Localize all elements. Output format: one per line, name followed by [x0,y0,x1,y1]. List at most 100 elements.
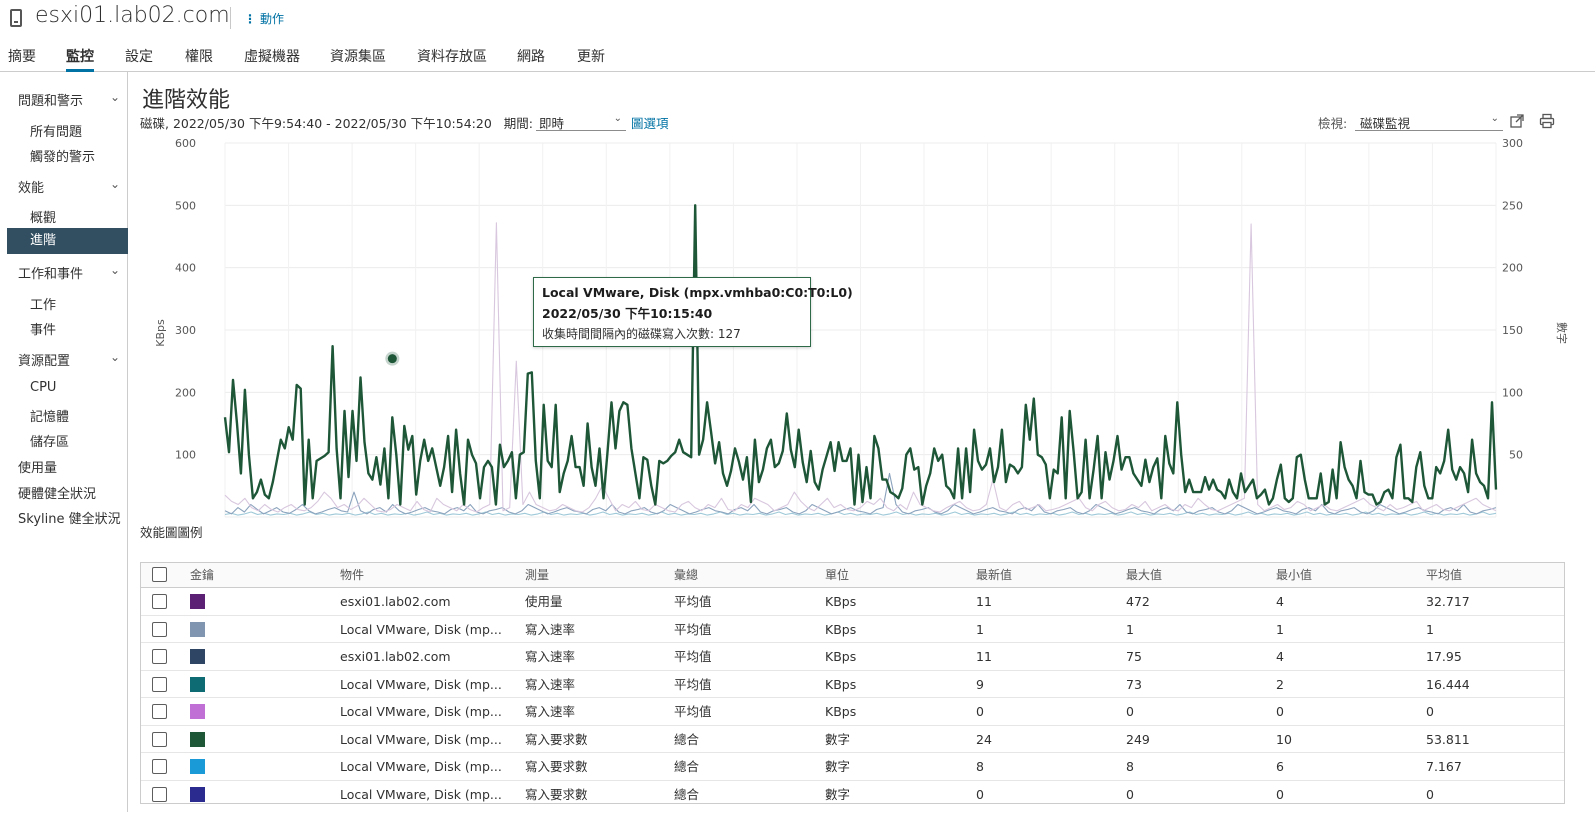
nav-item-events[interactable]: 事件 [30,319,56,338]
nav-item-hardware-health[interactable]: 硬體健全狀況 [18,483,96,502]
nav-item-cpu[interactable]: CPU [30,380,56,395]
tab-networks[interactable]: 網路 [517,46,545,72]
col-header-min[interactable]: 最小值 [1276,563,1312,587]
cell-max: 75 [1126,649,1142,664]
cell-measure: 寫入速率 [525,676,576,692]
cell-min: 10 [1276,731,1292,747]
cell-measure: 寫入要求數 [525,731,588,747]
row-checkbox[interactable] [152,676,167,692]
cell-min: 0 [1276,704,1284,719]
nav-item-all-issues[interactable]: 所有問題 [30,121,82,140]
tab-updates[interactable]: 更新 [577,46,605,72]
y-right-tick-label: 150 [1502,324,1523,337]
tab-monitor[interactable]: 監控 [66,46,94,72]
host-title: esxi01.lab02.com [35,3,230,28]
tab-datastores[interactable]: 資料存放區 [417,46,487,72]
nav-group-label: 工作和事件 [18,267,84,282]
cell-measure: 寫入要求數 [525,759,588,774]
cell-unit: KBps [825,594,857,609]
view-select[interactable]: 磁碟監視 ⌄ [1355,113,1503,131]
row-checkbox[interactable] [152,621,167,637]
nav-item-memory[interactable]: 記憶體 [30,406,69,425]
chevron-down-icon: ⌄ [109,90,120,104]
cell-rollup: 平均值 [674,649,712,664]
nav-group-label: 效能 [18,181,45,196]
table-row[interactable]: Local VMware, Disk (mp... 寫入速率 平均值 KBps 1 1 1 1 [141,616,1564,643]
tab-vms[interactable]: 虛擬機器 [244,46,300,72]
y-left-axis-label: KBps [154,319,167,347]
series-color-swatch [190,731,205,747]
cell-min: 0 [1276,786,1284,802]
table-row[interactable]: Local VMware, Disk (mp... 寫入要求數 總合 數字 0 0 0 0 [141,781,1564,804]
actions-button[interactable]: ⋮ 動作 [244,10,284,27]
row-checkbox[interactable] [152,594,167,609]
nav-group-issues[interactable]: 問題和警示 ⌄ [18,90,120,109]
table-row[interactable]: Local VMware, Disk (mp... 寫入要求數 總合 數字 24 249 1… [141,726,1564,753]
series-color-swatch [190,704,205,719]
cell-max: 0 [1126,786,1134,802]
tab-configure[interactable]: 設定 [125,46,153,72]
nav-group-performance[interactable]: 效能 ⌄ [18,177,120,196]
tab-permissions[interactable]: 權限 [185,46,213,72]
col-header-avg[interactable]: 平均值 [1426,563,1462,587]
col-header-rollup[interactable]: 彙總 [674,563,698,587]
cell-unit: KBps [825,649,857,664]
period-select[interactable]: 即時 ⌄ [536,113,626,131]
tab-resource-pools[interactable]: 資源集區 [330,46,386,72]
nav-item-skyline-health[interactable]: Skyline 健全狀況 [18,508,121,527]
y-right-tick-label: 250 [1502,199,1523,212]
y-left-tick-label: 300 [175,324,196,337]
row-checkbox[interactable] [152,704,167,719]
view-label: 檢視: [1318,116,1348,131]
tab-summary[interactable]: 摘要 [8,46,36,72]
cell-latest: 9 [976,676,984,692]
chevron-down-icon: ⌄ [109,177,120,191]
select-all-checkbox[interactable] [152,567,167,582]
print-icon[interactable] [1539,113,1555,129]
period-label: 期間: [503,116,533,131]
col-header-unit[interactable]: 單位 [825,563,849,587]
nav-group-resource-allocation[interactable]: 資源配置 ⌄ [18,350,120,369]
host-icon [10,9,22,27]
cell-latest: 0 [976,704,984,719]
nav-item-triggered-alarms[interactable]: 觸發的警示 [30,146,95,165]
nav-group-tasks-events[interactable]: 工作和事件 ⌄ [18,263,120,282]
series-color-swatch [190,649,205,664]
cell-max: 249 [1126,731,1150,747]
nav-item-advanced[interactable]: 進階 [7,228,128,254]
chart-options-link[interactable]: 圖選項 [631,113,669,132]
cell-min: 6 [1276,759,1284,774]
nav-item-overview[interactable]: 概觀 [30,207,56,226]
actions-label: 動作 [260,12,285,26]
y-right-tick-label: 200 [1502,262,1523,275]
table-header: 金鑰 物件 測量 彙總 單位 最新值 最大值 最小值 平均值 [141,563,1564,588]
cell-latest: 11 [976,594,992,609]
popout-icon[interactable] [1509,113,1525,129]
col-header-object[interactable]: 物件 [340,563,364,587]
series-color-swatch [190,786,205,802]
table-row[interactable]: Local VMware, Disk (mp... 寫入速率 平均值 KBps 9 73 2… [141,671,1564,698]
y-left-tick-label: 500 [175,199,196,212]
row-checkbox[interactable] [152,759,167,774]
more-vertical-icon: ⋮ [244,12,256,26]
nav-item-utilization[interactable]: 使用量 [18,457,57,476]
cell-avg: 16.444 [1426,676,1470,692]
cell-object: Local VMware, Disk (mp... [340,676,502,692]
row-checkbox[interactable] [152,731,167,747]
cell-max: 0 [1126,704,1134,719]
row-checkbox[interactable] [152,786,167,802]
col-header-key[interactable]: 金鑰 [190,563,214,587]
legend-title: 效能圖圖例 [140,525,203,540]
table-row[interactable]: Local VMware, Disk (mp... 寫入速率 平均值 KBps 0 0 0 0 [141,698,1564,726]
cell-measure: 寫入速率 [525,704,576,719]
table-row[interactable]: Local VMware, Disk (mp... 寫入要求數 總合 數字 8 8 6 7.1… [141,753,1564,781]
col-header-max[interactable]: 最大值 [1126,563,1162,587]
col-header-latest[interactable]: 最新值 [976,563,1012,587]
nav-item-storage[interactable]: 儲存區 [30,431,69,450]
table-row[interactable]: esxi01.lab02.com 使用量 平均值 KBps 11 472 4 32.717 [141,588,1564,616]
nav-item-tasks[interactable]: 工作 [30,294,56,313]
col-header-measure[interactable]: 測量 [525,563,549,587]
cell-unit: 數字 [825,731,851,747]
table-row[interactable]: esxi01.lab02.com 寫入速率 平均值 KBps 11 75 4 17.95 [141,643,1564,671]
row-checkbox[interactable] [152,649,167,664]
